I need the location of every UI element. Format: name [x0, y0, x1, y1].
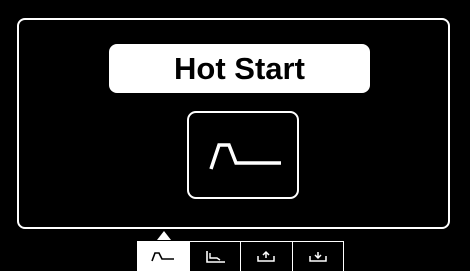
- save-memory-icon: [257, 250, 275, 262]
- arc-force-step-icon: [205, 250, 225, 263]
- mode-icon-box: [187, 111, 299, 199]
- load-memory-icon: [309, 251, 327, 262]
- tab-hot-start[interactable]: [138, 242, 190, 271]
- tab-save-memory[interactable]: [241, 242, 293, 271]
- hot-start-waveform-icon: [209, 143, 281, 170]
- hot-start-waveform-icon: [151, 251, 175, 261]
- welder-display-screen: Hot Start: [0, 0, 470, 271]
- tab-arc-force[interactable]: [189, 242, 241, 271]
- parameter-title-box: Hot Start: [109, 44, 370, 93]
- parameter-title: Hot Start: [174, 51, 305, 86]
- function-tab-bar: [137, 241, 344, 271]
- tab-load-memory[interactable]: [292, 242, 343, 271]
- selector-pointer: [157, 231, 171, 240]
